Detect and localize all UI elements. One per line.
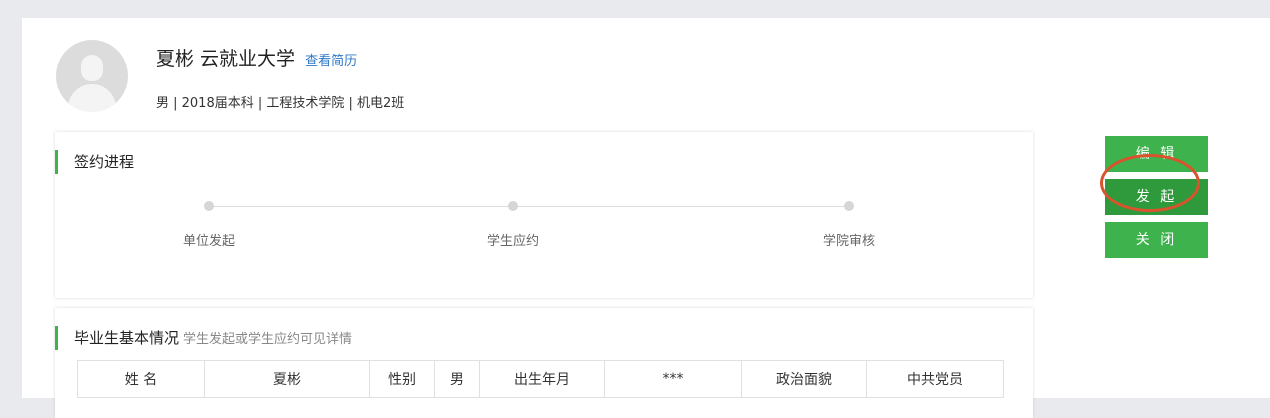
avatar-head-shape [81, 55, 103, 81]
student-card: 夏彬 云就业大学 查看简历 男 | 2018届本科 | 工程技术学院 | 机电2… [22, 18, 1270, 418]
step-dot-respond [508, 201, 518, 211]
step-label-review: 学院审核 [822, 234, 876, 249]
table-row: 姓 名 夏彬 性别 男 出生年月 *** 政治面貌 中共党员 [77, 360, 1004, 398]
view-resume-link[interactable]: 查看简历 [305, 54, 357, 69]
basic-info-subtitle: 学生发起或学生应约可见详情 [183, 332, 353, 347]
avatar-body-shape [68, 84, 116, 112]
signing-progress-title: 签约进程 [55, 150, 134, 174]
table-cell: *** [604, 360, 742, 398]
edit-button[interactable]: 编 辑 [1105, 136, 1208, 172]
basic-info-title: 毕业生基本情况 学生发起或学生应约可见详情 [55, 326, 352, 350]
avatar [56, 40, 128, 112]
table-cell: 男 [434, 360, 480, 398]
progress-track [209, 206, 849, 207]
student-meta: 男 | 2018届本科 | 工程技术学院 | 机电2班 [156, 96, 405, 111]
initiate-button[interactable]: 发 起 [1105, 179, 1208, 215]
basic-info-panel: 毕业生基本情况 学生发起或学生应约可见详情 姓 名 夏彬 性别 男 出生年月 **… [55, 308, 1033, 418]
step-label-initiate: 单位发起 [182, 234, 236, 249]
step-dot-initiate [204, 201, 214, 211]
basic-info-title-text: 毕业生基本情况 [74, 329, 180, 347]
table-cell: 姓 名 [77, 360, 205, 398]
step-label-respond: 学生应约 [486, 234, 540, 249]
table-cell: 政治面貌 [741, 360, 867, 398]
step-dot-review [844, 201, 854, 211]
basic-info-table: 姓 名 夏彬 性别 男 出生年月 *** 政治面貌 中共党员 [77, 360, 1004, 398]
close-button[interactable]: 关 闭 [1105, 222, 1208, 258]
student-name-text: 夏彬 云就业大学 [156, 48, 296, 70]
table-cell: 出生年月 [479, 360, 605, 398]
table-cell: 中共党员 [866, 360, 1004, 398]
signing-progress-panel: 签约进程 单位发起 学生应约 学院审核 [55, 132, 1033, 298]
table-cell: 夏彬 [204, 360, 370, 398]
table-cell: 性别 [369, 360, 435, 398]
student-name: 夏彬 云就业大学 查看简历 [156, 44, 357, 71]
